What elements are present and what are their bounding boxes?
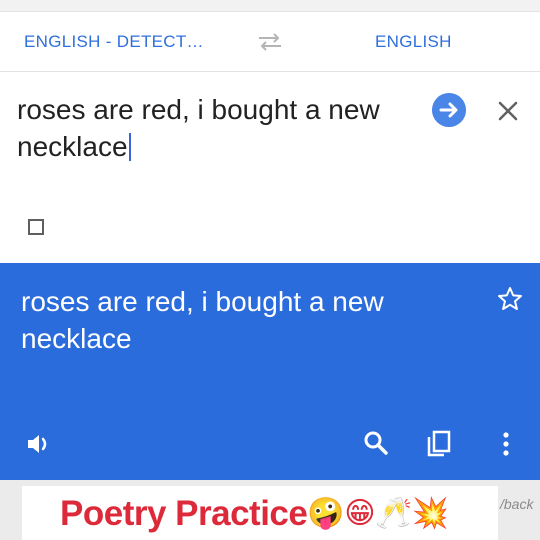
arrow-right-icon[interactable]: [432, 93, 466, 127]
search-icon[interactable]: [362, 429, 390, 457]
translated-text: roses are red, i bought a new necklace: [21, 286, 384, 354]
translation-result-card: roses are red, i bought a new necklace: [0, 263, 540, 480]
target-language-button[interactable]: ENGLISH: [375, 32, 452, 52]
source-text-input[interactable]: roses are red, i bought a new necklace: [17, 91, 417, 165]
language-bar: ENGLISH - DETECT… ENGLISH: [0, 12, 540, 72]
copy-icon[interactable]: [425, 428, 453, 458]
feedback-link[interactable]: /back: [500, 496, 533, 512]
source-language-button[interactable]: ENGLISH - DETECT…: [24, 32, 204, 52]
source-text: roses are red, i bought a new necklace: [17, 94, 380, 162]
emoji-grinning-face: 😁: [344, 497, 376, 530]
text-caret: [128, 133, 131, 161]
emoji-crazy-face: 🤪: [307, 497, 345, 530]
caption-text: Poetry Practice: [60, 494, 308, 533]
more-vertical-icon[interactable]: [496, 429, 516, 459]
square-outline-icon[interactable]: [28, 219, 44, 235]
caption-title: Poetry Practice🤪😁🥂💥: [60, 492, 449, 536]
swap-arrows-icon[interactable]: [256, 30, 284, 54]
close-icon[interactable]: [494, 97, 522, 125]
translate-app: ENGLISH - DETECT… ENGLISH roses are red,…: [0, 0, 540, 540]
input-area: roses are red, i bought a new necklace: [0, 73, 540, 263]
caption-overlay: Poetry Practice🤪😁🥂💥: [22, 486, 498, 540]
top-edge: [0, 0, 540, 12]
emoji-collision: 💥: [411, 497, 449, 530]
emoji-clinking-glasses: 🥂: [375, 497, 412, 530]
star-outline-icon[interactable]: [496, 285, 524, 313]
speaker-icon[interactable]: [24, 429, 54, 459]
